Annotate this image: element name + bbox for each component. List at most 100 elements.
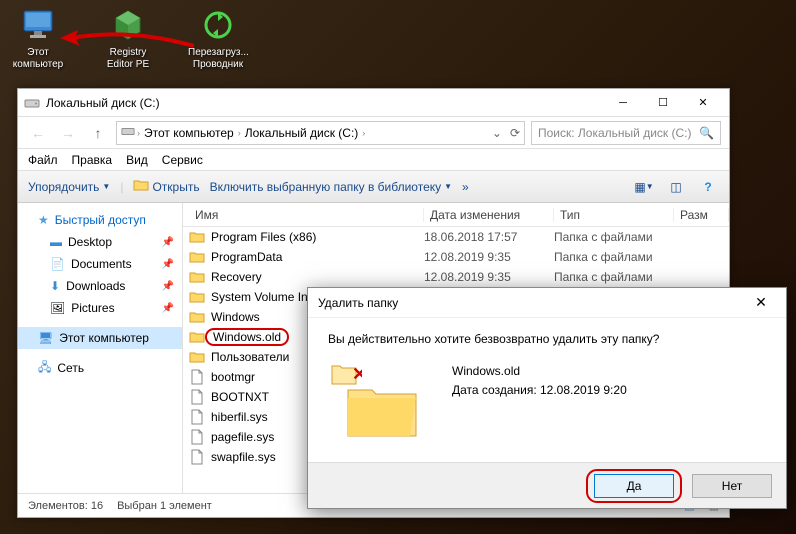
pin-icon: 📌	[162, 303, 174, 314]
breadcrumb-root[interactable]: Этот компьютер	[142, 126, 236, 140]
maximize-button[interactable]: ☐	[643, 90, 683, 116]
view-options-button[interactable]: ▦ ▼	[633, 176, 655, 198]
dropdown-icon[interactable]: ⌄	[492, 126, 502, 140]
network-icon: 🖧	[38, 358, 51, 379]
menu-view[interactable]: Вид	[126, 153, 148, 167]
folder-icon	[189, 249, 205, 265]
drive-icon	[121, 124, 135, 141]
chevron-down-icon: ▼	[444, 182, 452, 191]
file-icon	[189, 369, 205, 385]
dialog-close-button[interactable]: ✕	[746, 290, 776, 316]
chevron-right-icon: ›	[238, 128, 241, 138]
row-date: 12.08.2019 9:35	[424, 250, 554, 264]
desktop-icon-restart-explorer[interactable]: Перезагруз... Проводник	[188, 5, 248, 71]
dialog-folder-name: Windows.old	[452, 362, 627, 381]
row-name: ProgramData	[211, 250, 424, 264]
folder-icon	[189, 269, 205, 285]
pin-icon: 📌	[162, 237, 174, 248]
chevron-right-icon: ›	[137, 128, 140, 138]
dialog-titlebar[interactable]: Удалить папку ✕	[308, 288, 786, 318]
nav-downloads[interactable]: ⬇Downloads📌	[18, 275, 182, 297]
menu-file[interactable]: Файл	[28, 153, 58, 167]
menu-tools[interactable]: Сервис	[162, 153, 203, 167]
desktop-icon-regedit[interactable]: Registry Editor PE	[98, 5, 158, 71]
forward-button[interactable]: →	[56, 121, 80, 145]
preview-pane-button[interactable]: ◫	[665, 176, 687, 198]
file-icon	[189, 429, 205, 445]
folder-icon	[189, 349, 205, 365]
row-type: Папка с файлами	[554, 230, 674, 244]
refresh-icon	[198, 5, 238, 45]
table-row[interactable]: ProgramData12.08.2019 9:35Папка с файлам…	[183, 247, 729, 267]
desktop-icon-label: Registry Editor PE	[98, 47, 158, 71]
table-row[interactable]: Program Files (x86)18.06.2018 17:57Папка…	[183, 227, 729, 247]
col-date[interactable]: Дата изменения	[424, 208, 554, 222]
nav-documents[interactable]: 📄Documents📌	[18, 253, 182, 275]
chevron-right-icon: ›	[362, 128, 365, 138]
folder-icon	[189, 289, 205, 305]
row-type: Папка с файлами	[554, 270, 674, 284]
nav-network[interactable]: 🖧Сеть	[18, 357, 182, 379]
breadcrumb-current[interactable]: Локальный диск (C:)	[243, 126, 361, 140]
row-name: Recovery	[211, 270, 424, 284]
dialog-buttons: Да Нет	[308, 462, 786, 508]
search-input[interactable]: Поиск: Локальный диск (C:) 🔍	[531, 121, 721, 145]
col-type[interactable]: Тип	[554, 208, 674, 222]
desktop-icon: ▬	[50, 235, 62, 249]
nav-quick-access[interactable]: ★ Быстрый доступ	[18, 209, 182, 231]
search-icon: 🔍	[699, 126, 714, 140]
status-count: Элементов: 16	[28, 500, 103, 512]
organize-button[interactable]: Упорядочить ▼	[28, 180, 110, 194]
col-name[interactable]: Имя	[189, 208, 424, 222]
desktop-icon-thispc[interactable]: Этот компьютер	[8, 5, 68, 71]
row-date: 12.08.2019 9:35	[424, 270, 554, 284]
file-icon	[189, 409, 205, 425]
desktop-icon-label: Перезагруз... Проводник	[188, 47, 248, 71]
more-button[interactable]: »	[462, 180, 469, 194]
status-selected: Выбран 1 элемент	[117, 500, 212, 512]
column-headers: Имя Дата изменения Тип Разм	[183, 203, 729, 227]
pin-icon: 📌	[162, 281, 174, 292]
dialog-created: Дата создания: 12.08.2019 9:20	[452, 381, 627, 400]
help-button[interactable]: ?	[697, 176, 719, 198]
titlebar[interactable]: Локальный диск (C:) ─ ☐ ✕	[18, 89, 729, 117]
drive-icon	[24, 95, 40, 111]
star-icon: ★	[38, 213, 49, 227]
refresh-icon[interactable]: ⟳	[510, 126, 520, 140]
yes-button[interactable]: Да	[594, 474, 674, 498]
folder-icon	[189, 229, 205, 245]
open-button[interactable]: Открыть	[133, 178, 199, 195]
menubar: Файл Правка Вид Сервис	[18, 149, 729, 171]
monitor-icon	[18, 5, 58, 45]
folder-large-icon: ✕	[328, 358, 428, 438]
dialog-question: Вы действительно хотите безвозвратно уда…	[328, 332, 766, 346]
address-bar[interactable]: › Этот компьютер › Локальный диск (C:) ›…	[116, 121, 525, 145]
back-button[interactable]: ←	[26, 121, 50, 145]
file-icon	[189, 449, 205, 465]
table-row[interactable]: Recovery12.08.2019 9:35Папка с файлами	[183, 267, 729, 287]
include-button[interactable]: Включить выбранную папку в библиотеку ▼	[210, 180, 452, 194]
no-button[interactable]: Нет	[692, 474, 772, 498]
folder-icon	[189, 309, 205, 325]
close-button[interactable]: ✕	[683, 90, 723, 116]
yes-ring-annotation: Да	[586, 469, 682, 503]
row-type: Папка с файлами	[554, 250, 674, 264]
up-button[interactable]: ↑	[86, 121, 110, 145]
dialog-title: Удалить папку	[318, 296, 398, 310]
monitor-icon: 🖥	[38, 331, 53, 345]
menu-edit[interactable]: Правка	[72, 153, 113, 167]
picture-icon: 🖼	[50, 301, 65, 315]
download-icon: ⬇	[50, 279, 60, 293]
nav-desktop[interactable]: ▬Desktop📌	[18, 231, 182, 253]
file-icon	[189, 389, 205, 405]
window-title: Локальный диск (C:)	[46, 96, 603, 110]
nav-pictures[interactable]: 🖼Pictures📌	[18, 297, 182, 319]
document-icon: 📄	[50, 257, 65, 271]
row-name: Program Files (x86)	[211, 230, 424, 244]
minimize-button[interactable]: ─	[603, 90, 643, 116]
desktop-icons: Этот компьютер Registry Editor PE Переза…	[8, 5, 248, 71]
toolbar: Упорядочить ▼ | Открыть Включить выбранн…	[18, 171, 729, 203]
col-size[interactable]: Разм	[674, 208, 729, 222]
nav-thispc[interactable]: 🖥Этот компьютер	[18, 327, 182, 349]
row-date: 18.06.2018 17:57	[424, 230, 554, 244]
